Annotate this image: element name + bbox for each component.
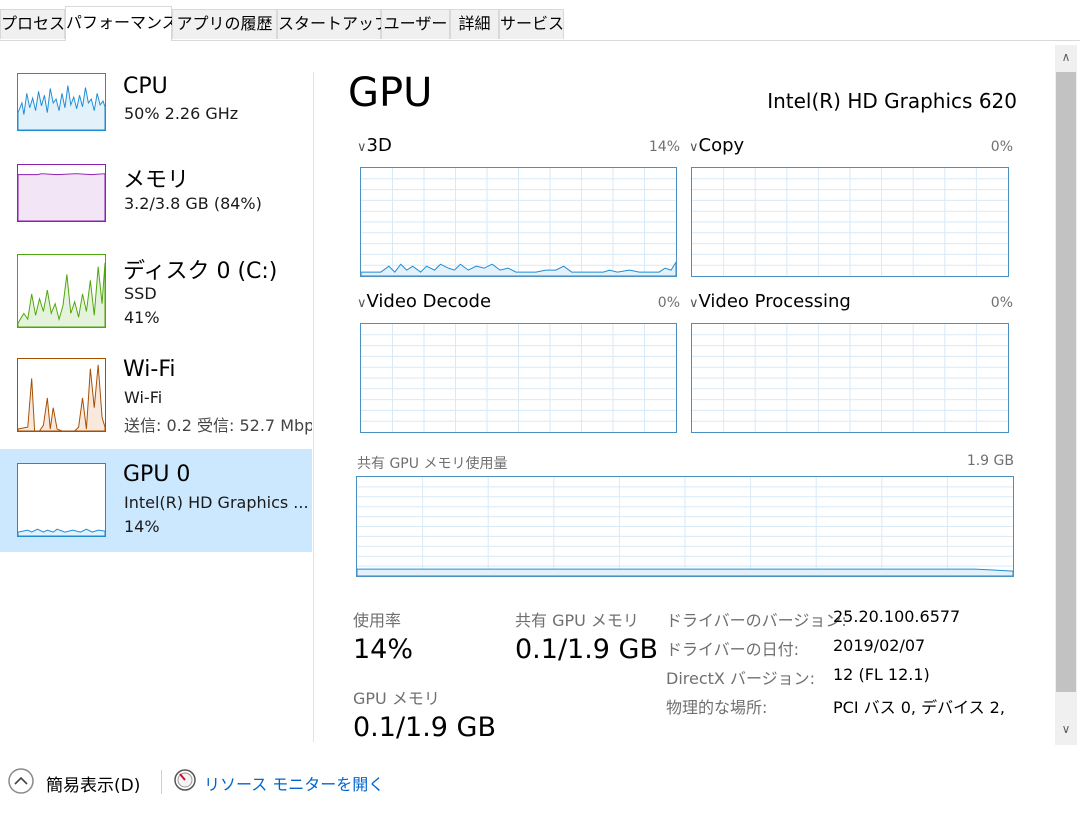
footer-separator — [161, 770, 162, 794]
open-resource-monitor-link[interactable]: リソース モニターを開く — [204, 771, 384, 795]
tab-performance[interactable]: パフォーマンス — [65, 6, 178, 41]
tab-processes[interactable]: プロセス — [0, 9, 65, 39]
engine-graph-copy — [691, 167, 1009, 277]
scroll-down-arrow-icon[interactable]: ∨ — [1056, 722, 1076, 742]
scrollbar-thumb[interactable] — [1056, 72, 1076, 692]
sidebar-item-detail: Wi-Fi — [124, 388, 163, 407]
sidebar-item-title: メモリ — [123, 168, 190, 193]
sidebar-item-detail: Intel(R) HD Graphics ... — [124, 493, 309, 512]
sidebar-item-usage: 41% — [124, 308, 160, 327]
tab-services[interactable]: サービス — [499, 9, 564, 39]
fewer-details-button[interactable] — [7, 767, 35, 795]
fewer-details-link[interactable]: 簡易表示(D) — [46, 771, 140, 796]
chevron-down-icon: ∨ — [689, 140, 699, 155]
chevron-up-circle-icon — [8, 768, 34, 794]
sidebar-item-detail: 3.2/3.8 GB (84%) — [124, 194, 262, 213]
graph-grid — [361, 168, 676, 276]
sidebar-item-title: GPU 0 — [123, 462, 191, 487]
gpu-memory-value: 0.1/1.9 GB — [353, 712, 497, 743]
info-value-driver-version: 25.20.100.6577 — [833, 607, 961, 626]
info-label-directx-version: DirectX バージョン: — [666, 669, 816, 688]
shared-memory-graph-max: 1.9 GB — [966, 453, 1014, 469]
graph-grid — [357, 477, 1013, 576]
engine-label: 3D — [366, 135, 392, 156]
memory-graph-icon — [17, 164, 106, 222]
engine-percent: 0% — [990, 139, 1013, 155]
info-value-directx-version: 12 (FL 12.1) — [833, 665, 930, 684]
tab-users[interactable]: ユーザー — [381, 9, 450, 39]
info-label-driver-version: ドライバーのバージョン: — [666, 611, 847, 630]
sidebar-item-title: CPU — [123, 74, 168, 99]
gpu-memory-label: GPU メモリ — [353, 689, 440, 708]
info-label-driver-date: ドライバーの日付: — [666, 640, 800, 659]
sidebar-item-throughput: 送信: 0.2 受信: 52.7 Mbps — [124, 416, 312, 435]
sidebar-item-title: Wi-Fi — [123, 357, 176, 382]
engine-percent: 0% — [990, 295, 1013, 311]
graph-grid — [361, 324, 676, 432]
info-value-physical-location: PCI バス 0, デバイス 2, ... — [833, 698, 1008, 717]
graph-grid — [692, 324, 1008, 432]
scroll-up-arrow-icon[interactable]: ∧ — [1056, 50, 1076, 70]
utilization-label: 使用率 — [353, 611, 402, 630]
gpu-device-name: Intel(R) HD Graphics 620 — [767, 89, 1017, 113]
chevron-down-icon: ∨ — [357, 140, 367, 155]
tab-details[interactable]: 詳細 — [450, 9, 499, 39]
disk-graph-icon — [17, 254, 106, 328]
shared-memory-value: 0.1/1.9 GB — [515, 634, 659, 665]
engine-graph-video-decode — [360, 323, 677, 433]
shared-memory-label: 共有 GPU メモリ — [515, 611, 639, 630]
tab-app-history[interactable]: アプリの履歴 — [172, 9, 277, 39]
sidebar-item-detail: 50% 2.26 GHz — [124, 104, 239, 123]
cpu-graph-icon — [17, 73, 106, 131]
sidebar-item-wifi[interactable]: Wi-Fi Wi-Fi 送信: 0.2 受信: 52.7 Mbps — [0, 347, 312, 447]
engine-selector-video-processing[interactable]: ∨Video Processing — [689, 291, 851, 312]
engine-graph-video-processing — [691, 323, 1009, 433]
sidebar-item-memory[interactable]: メモリ 3.2/3.8 GB (84%) — [0, 153, 312, 253]
engine-label: Video Decode — [366, 291, 492, 312]
engine-label: Copy — [698, 135, 745, 156]
pane-divider — [313, 72, 314, 742]
sidebar-item-usage: 14% — [124, 517, 160, 536]
engine-label: Video Processing — [698, 291, 851, 312]
engine-graph-3d — [360, 167, 677, 277]
info-value-driver-date: 2019/02/07 — [833, 636, 926, 655]
graph-grid — [692, 168, 1008, 276]
sidebar-item-detail: SSD — [124, 284, 157, 303]
engine-percent: 14% — [648, 139, 680, 155]
engine-selector-video-decode[interactable]: ∨Video Decode — [357, 291, 491, 312]
shared-memory-graph-label: 共有 GPU メモリ使用量 — [357, 456, 508, 472]
sidebar-item-title: ディスク 0 (C:) — [123, 259, 278, 284]
sidebar-item-disk[interactable]: ディスク 0 (C:) SSD 41% — [0, 243, 312, 343]
utilization-value: 14% — [353, 634, 414, 665]
chevron-down-icon: ∨ — [689, 296, 699, 311]
resource-monitor-icon — [173, 768, 197, 792]
gpu-graph-icon — [17, 463, 106, 537]
sidebar-item-gpu[interactable]: GPU 0 Intel(R) HD Graphics ... 14% — [0, 449, 312, 552]
wifi-graph-icon — [17, 358, 106, 432]
shared-memory-graph — [356, 476, 1014, 577]
engine-selector-3d[interactable]: ∨3D — [357, 135, 392, 156]
sidebar-item-cpu[interactable]: CPU 50% 2.26 GHz — [0, 62, 312, 162]
info-label-physical-location: 物理的な場所: — [666, 698, 768, 717]
engine-percent: 0% — [657, 295, 680, 311]
chevron-down-icon: ∨ — [357, 296, 367, 311]
page-title: GPU — [348, 70, 433, 116]
tab-startup[interactable]: スタートアップ — [277, 9, 390, 39]
engine-selector-copy[interactable]: ∨Copy — [689, 135, 744, 156]
tab-bar: プロセス パフォーマンス アプリの履歴 スタートアップ ユーザー 詳細 サービス — [0, 0, 1080, 41]
